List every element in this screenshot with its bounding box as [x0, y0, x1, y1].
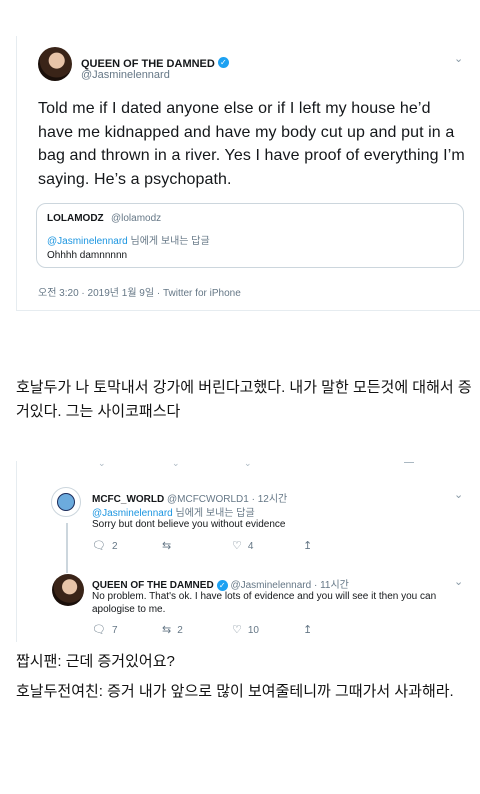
reply-button[interactable]: 🗨 7	[92, 623, 118, 636]
chevron-down-icon[interactable]: ⌄	[454, 52, 463, 65]
reply-icon[interactable]: ⌄	[98, 458, 106, 469]
share-icon: ↥	[303, 624, 313, 636]
share-icon[interactable]	[404, 458, 414, 463]
avatar[interactable]	[38, 47, 72, 81]
share-button[interactable]: ↥	[303, 539, 318, 552]
caption-text: 짭시팬: 근데 증거있어요?	[16, 653, 175, 670]
retweet-count: 2	[177, 625, 183, 636]
heart-icon[interactable]: ⌄	[244, 458, 252, 469]
reply-button[interactable]: 🗨 2	[92, 539, 118, 552]
avatar[interactable]	[51, 487, 81, 517]
caption-text: 호날두가 나 토막내서 강가에 버린다고했다. 내가 말한 모든것에 대해서 증…	[16, 379, 472, 420]
share-button[interactable]: ↥	[303, 623, 318, 636]
thread-connector	[66, 523, 68, 573]
quoted-text: Ohhhh damnnnnn	[47, 250, 128, 261]
chevron-down-icon[interactable]: ⌄	[454, 488, 463, 501]
reply-to-link[interactable]: @Jasminelennard	[47, 236, 128, 247]
retweet-icon[interactable]: ⌄	[172, 458, 180, 469]
retweet-button[interactable]: ⇆ 2	[162, 623, 183, 636]
reply-count: 2	[111, 541, 118, 552]
quoted-tweet[interactable]: LOLAMODZ @lolamodz @Jasminelennard 님에게 보…	[36, 203, 464, 268]
caption-text: 호날두전여친: 증거 내가 앞으로 많이 보여줄테니까 그때가서 사과해라.	[16, 683, 454, 700]
like-button[interactable]: ♡ 4	[232, 539, 253, 552]
tweet-actions: 🗨 7 ⇆ 2 ♡ 10 ↥	[92, 623, 322, 637]
retweet-icon: ⇆	[162, 540, 172, 552]
retweet-button[interactable]: ⇆	[162, 539, 177, 552]
reply-suffix: 님에게 보내는 답글	[172, 508, 255, 519]
reply-count: 7	[111, 625, 118, 636]
tweet-timestamp[interactable]: 오전 3:20 · 2019년 1월 9일 · Twitter for iPho…	[38, 284, 241, 299]
reply-to-link[interactable]: @Jasminelennard	[92, 508, 173, 519]
reply-context: @Jasminelennard 님에게 보내는 답글	[47, 232, 210, 247]
tweet-text: No problem. That's ok. I have lots of ev…	[92, 591, 437, 615]
tweet-actions: 🗨 2 ⇆ ♡ 4 ↥	[92, 539, 322, 553]
like-count: 4	[247, 541, 254, 552]
quoted-author-name: LOLAMODZ	[47, 213, 104, 224]
verified-badge-icon: ✓	[217, 57, 229, 69]
tweet-text: Sorry but dont believe you without evide…	[92, 519, 286, 530]
tweet-header: MCFC_WORLD @MCFCWORLD1 · 12시간	[92, 490, 287, 505]
like-count: 10	[247, 625, 259, 636]
reply-context: @Jasminelennard 님에게 보내는 답글	[92, 504, 255, 519]
tweet-text: Told me if I dated anyone else or if I l…	[38, 100, 465, 188]
quoted-author-handle: @lolamodz	[111, 213, 162, 224]
divider	[16, 310, 480, 311]
share-icon: ↥	[303, 540, 313, 552]
reply-suffix: 님에게 보내는 답글	[127, 236, 210, 247]
author-handle[interactable]: @Jasminelennard	[81, 69, 170, 81]
heart-icon: ♡	[232, 540, 242, 552]
like-button[interactable]: ♡ 10	[232, 623, 259, 636]
reply-icon: 🗨	[92, 624, 106, 636]
reply-icon: 🗨	[92, 540, 106, 552]
chevron-down-icon[interactable]: ⌄	[454, 575, 463, 588]
heart-icon: ♡	[232, 624, 242, 636]
tweet-header: QUEEN OF THE DAMNED ✓ @Jasminelennard · 1…	[92, 576, 349, 591]
retweet-icon: ⇆	[162, 624, 172, 636]
avatar[interactable]	[52, 574, 84, 606]
